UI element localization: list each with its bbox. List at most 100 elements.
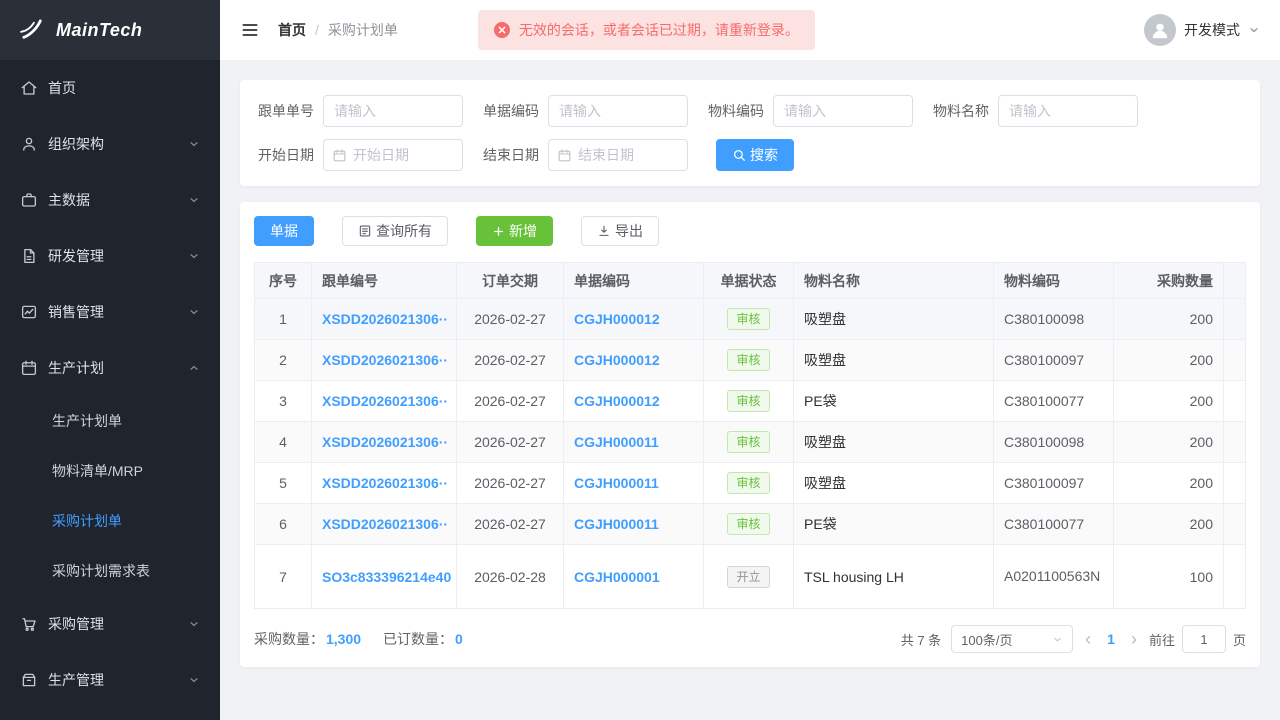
cell-extra bbox=[1224, 545, 1246, 609]
sidebar-item-production-plan[interactable]: 生产计划 bbox=[0, 340, 220, 396]
table-row[interactable]: 1 XSDD2026021306·· 2026-02-27 CGJH000012… bbox=[255, 299, 1246, 340]
column-status: 单据状态 bbox=[704, 263, 794, 299]
order-no-link[interactable]: XSDD2026021306·· bbox=[322, 352, 448, 368]
field-label: 跟单单号 bbox=[254, 101, 314, 121]
search-icon bbox=[732, 148, 746, 162]
table-row[interactable]: 4 XSDD2026021306·· 2026-02-27 CGJH000011… bbox=[255, 422, 1246, 463]
sidebar-item-purchase-plan-demand[interactable]: 采购计划需求表 bbox=[0, 546, 220, 596]
table-row[interactable]: 2 XSDD2026021306·· 2026-02-27 CGJH000012… bbox=[255, 340, 1246, 381]
export-button[interactable]: 导出 bbox=[581, 216, 659, 246]
cell-doc-no: CGJH000011 bbox=[564, 504, 704, 545]
document-button[interactable]: 单据 bbox=[254, 216, 314, 246]
sidebar-item-production-management[interactable]: 生产管理 bbox=[0, 652, 220, 708]
status-badge: 审核 bbox=[727, 390, 769, 412]
filter-field-order-no: 跟单单号 bbox=[254, 95, 463, 127]
chart-icon bbox=[20, 303, 38, 321]
field-label: 开始日期 bbox=[254, 145, 314, 165]
field-label: 物料编码 bbox=[704, 101, 764, 121]
user-menu[interactable]: 开发模式 bbox=[1144, 14, 1260, 46]
sidebar-item-sales-management[interactable]: 销售管理 bbox=[0, 284, 220, 340]
goto-page-input[interactable] bbox=[1182, 625, 1226, 653]
sidebar-item-bom-mrp[interactable]: 物料清单/MRP bbox=[0, 446, 220, 496]
end-date-picker[interactable] bbox=[548, 139, 688, 171]
doc-no-link[interactable]: CGJH000012 bbox=[574, 311, 660, 327]
doc-code-input[interactable] bbox=[548, 95, 688, 127]
filter-field-material-code: 物料编码 bbox=[704, 95, 913, 127]
doc-no-link[interactable]: CGJH000011 bbox=[574, 434, 659, 450]
download-icon bbox=[597, 224, 611, 238]
status-badge: 开立 bbox=[727, 566, 769, 588]
doc-no-link[interactable]: CGJH000011 bbox=[574, 516, 659, 532]
sidebar-item-purchase-plan-order[interactable]: 采购计划单 bbox=[0, 496, 220, 546]
page-size-select[interactable]: 100条/页 bbox=[951, 625, 1073, 653]
filter-field-material-name: 物料名称 bbox=[929, 95, 1138, 127]
briefcase-icon bbox=[20, 191, 38, 209]
document-button-label: 单据 bbox=[270, 221, 298, 241]
sidebar-item-purchase-management[interactable]: 采购管理 bbox=[0, 596, 220, 652]
table-row[interactable]: 5 XSDD2026021306·· 2026-02-27 CGJH000011… bbox=[255, 463, 1246, 504]
page-size-value: 100条/页 bbox=[961, 630, 1012, 649]
plus-icon bbox=[492, 225, 505, 238]
end-date-input[interactable] bbox=[578, 147, 679, 163]
brand-name: MainTech bbox=[56, 20, 142, 41]
cell-delivery-date: 2026-02-27 bbox=[457, 340, 564, 381]
home-icon bbox=[20, 79, 38, 97]
search-button-label: 搜索 bbox=[750, 145, 778, 165]
page-number-1[interactable]: 1 bbox=[1103, 631, 1119, 647]
order-no-link[interactable]: XSDD2026021306·· bbox=[322, 311, 448, 327]
prev-page-button[interactable]: ‹ bbox=[1083, 630, 1093, 648]
column-delivery-date: 订单交期 bbox=[457, 263, 564, 299]
doc-no-link[interactable]: CGJH000012 bbox=[574, 352, 660, 368]
order-no-link[interactable]: SO3c833396214e40 bbox=[322, 569, 451, 585]
breadcrumb-current: 采购计划单 bbox=[328, 20, 398, 40]
cell-material-code: C380100098 bbox=[994, 422, 1114, 463]
table-row[interactable]: 7 SO3c833396214e40 2026-02-28 CGJH000001… bbox=[255, 545, 1246, 609]
chevron-down-icon bbox=[1248, 24, 1260, 36]
doc-no-link[interactable]: CGJH000001 bbox=[574, 569, 660, 585]
sidebar-item-rd-management[interactable]: 研发管理 bbox=[0, 228, 220, 284]
start-date-input[interactable] bbox=[353, 147, 454, 163]
field-label: 单据编码 bbox=[479, 101, 539, 121]
cell-doc-no: CGJH000012 bbox=[564, 381, 704, 422]
filter-row-1: 跟单单号 单据编码 物料编码 物料名称 bbox=[254, 95, 1246, 127]
doc-no-link[interactable]: CGJH000011 bbox=[574, 475, 659, 491]
doc-no-link[interactable]: CGJH000012 bbox=[574, 393, 660, 409]
material-code-input[interactable] bbox=[773, 95, 913, 127]
goto-page-suffix: 页 bbox=[1233, 630, 1246, 649]
sidebar-item-home[interactable]: 首页 bbox=[0, 60, 220, 116]
material-name-input[interactable] bbox=[998, 95, 1138, 127]
sidebar-item-organization[interactable]: 组织架构 bbox=[0, 116, 220, 172]
order-no-link[interactable]: XSDD2026021306·· bbox=[322, 434, 448, 450]
cell-status: 审核 bbox=[704, 504, 794, 545]
order-no-input[interactable] bbox=[323, 95, 463, 127]
cell-material-name: 吸塑盘 bbox=[794, 299, 994, 340]
next-page-button[interactable]: › bbox=[1129, 630, 1139, 648]
sidebar-item-label: 组织架构 bbox=[48, 134, 188, 154]
start-date-picker[interactable] bbox=[323, 139, 463, 171]
cell-qty: 200 bbox=[1114, 422, 1224, 463]
brand-logo: MainTech bbox=[0, 0, 220, 60]
breadcrumb-home[interactable]: 首页 bbox=[278, 20, 306, 40]
table-row[interactable]: 3 XSDD2026021306·· 2026-02-27 CGJH000012… bbox=[255, 381, 1246, 422]
query-all-button[interactable]: 查询所有 bbox=[342, 216, 448, 246]
sidebar-item-production-plan-order[interactable]: 生产计划单 bbox=[0, 396, 220, 446]
table-row[interactable]: 6 XSDD2026021306·· 2026-02-27 CGJH000011… bbox=[255, 504, 1246, 545]
status-badge: 审核 bbox=[727, 349, 769, 371]
table-panel: 单据 查询所有 新增 bbox=[240, 202, 1260, 667]
order-no-link[interactable]: XSDD2026021306·· bbox=[322, 475, 448, 491]
sidebar-item-master-data[interactable]: 主数据 bbox=[0, 172, 220, 228]
session-error-alert: 无效的会话，或者会话已过期，请重新登录。 bbox=[478, 10, 815, 50]
cell-qty: 100 bbox=[1114, 545, 1224, 609]
order-no-link[interactable]: XSDD2026021306·· bbox=[322, 393, 448, 409]
add-button[interactable]: 新增 bbox=[476, 216, 553, 246]
status-badge: 审核 bbox=[727, 431, 769, 453]
brand-swoosh-icon bbox=[18, 19, 48, 41]
hamburger-menu-icon[interactable] bbox=[240, 20, 260, 40]
cell-extra bbox=[1224, 504, 1246, 545]
cell-delivery-date: 2026-02-27 bbox=[457, 422, 564, 463]
cell-delivery-date: 2026-02-27 bbox=[457, 463, 564, 504]
search-button[interactable]: 搜索 bbox=[716, 139, 794, 171]
order-no-link[interactable]: XSDD2026021306·· bbox=[322, 516, 448, 532]
cell-order-no: XSDD2026021306·· bbox=[312, 463, 457, 504]
calendar-icon bbox=[20, 359, 38, 377]
